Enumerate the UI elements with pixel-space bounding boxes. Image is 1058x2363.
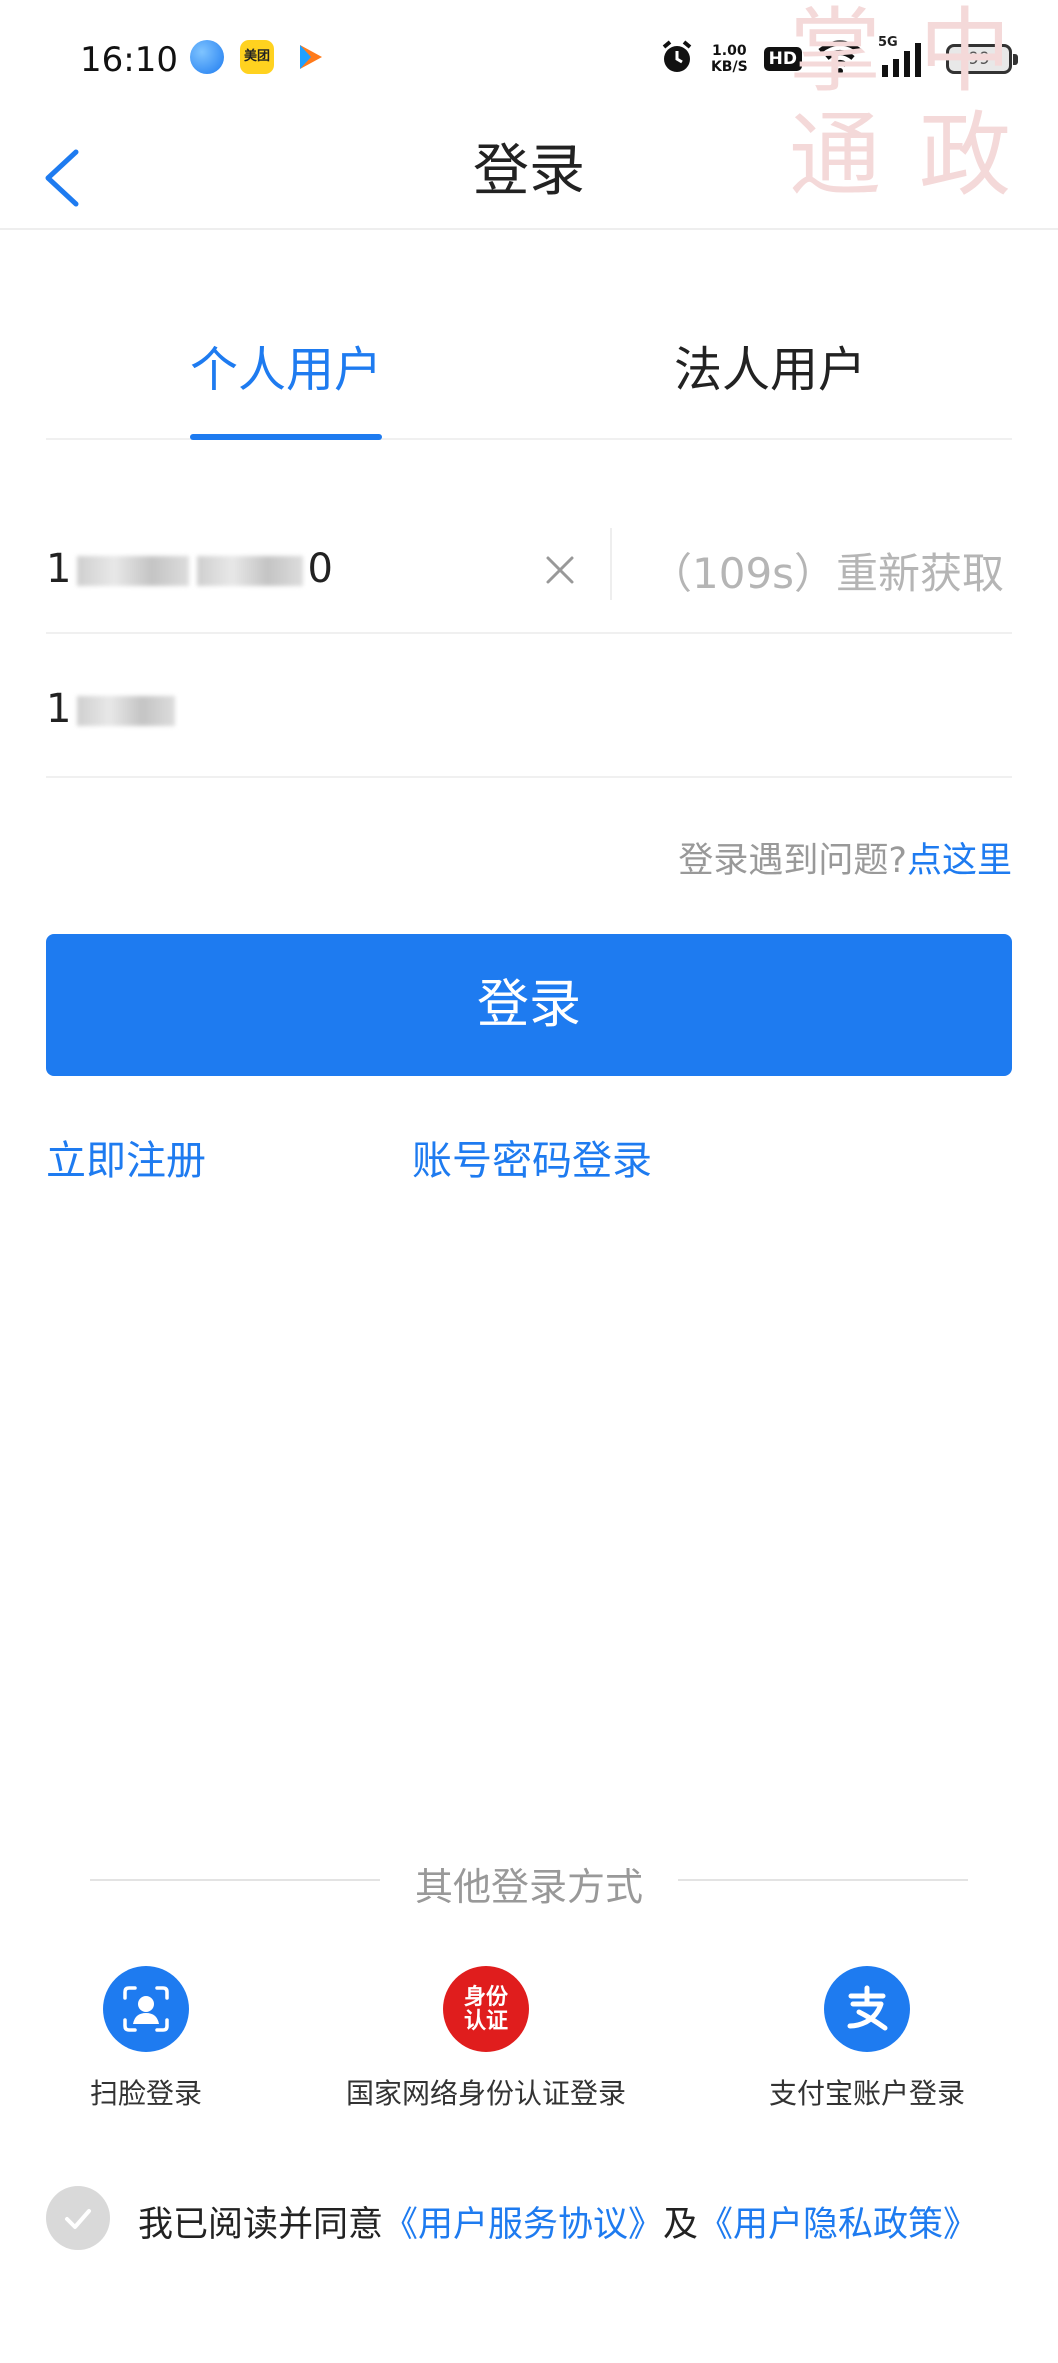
national-id-login[interactable]: 身份认证 国家网络身份认证登录 — [340, 1966, 632, 2112]
agreement-prefix: 我已阅读并同意 — [138, 2205, 384, 2245]
phone-prefix: 1 — [46, 546, 74, 592]
code-prefix: 1 — [46, 686, 74, 732]
service-agreement-link[interactable]: 《用户服务协议》 — [383, 2205, 663, 2245]
meituan-app-icon: 美团 — [240, 40, 274, 74]
tab-personal-user[interactable]: 个人用户 — [190, 340, 382, 400]
national-id-icon: 身份认证 — [443, 1966, 529, 2052]
app-notification-icon — [190, 40, 224, 74]
net-speed-value: 1.00 — [712, 43, 747, 59]
active-tab-indicator — [190, 434, 382, 440]
masked-digits — [197, 556, 304, 586]
close-icon — [546, 556, 574, 584]
alipay-label: 支付宝账户登录 — [768, 2077, 965, 2110]
other-login-title: 其他登录方式 — [414, 1865, 643, 1909]
checkmark-icon — [65, 2209, 91, 2229]
face-scan-login[interactable]: 扫脸登录 — [86, 1966, 206, 2112]
agreement-text: 我已阅读并同意《用户服务协议》及《用户隐私政策》 — [138, 2196, 978, 2247]
phone-input-value[interactable]: 10 — [46, 546, 335, 592]
agreement-conjunction: 及 — [663, 2205, 699, 2245]
resend-code-button[interactable]: （109s）重新获取 — [650, 540, 1004, 601]
masked-digits — [77, 556, 190, 586]
other-login-divider: 其他登录方式 — [90, 1850, 968, 1910]
phone-suffix: 0 — [307, 546, 335, 592]
alipay-icon — [824, 1966, 910, 2052]
page-title: 登录 — [473, 139, 585, 204]
nav-header: 登录 — [0, 120, 1058, 230]
clear-input-button[interactable] — [532, 542, 588, 598]
tab-legal-user[interactable]: 法人用户 — [674, 340, 866, 400]
verification-code-field[interactable]: 1 — [46, 644, 1012, 778]
masked-digits — [77, 696, 176, 726]
field-divider — [610, 528, 612, 600]
register-link[interactable]: 立即注册 — [46, 1128, 206, 1186]
video-app-icon — [293, 40, 327, 74]
face-scan-icon — [103, 1966, 189, 2052]
login-button[interactable]: 登录 — [46, 934, 1012, 1076]
national-id-label: 国家网络身份认证登录 — [345, 2077, 626, 2110]
net-speed: 1.00 KB/S — [711, 43, 748, 75]
agreement-checkbox[interactable] — [46, 2186, 110, 2250]
net-speed-unit: KB/S — [710, 59, 748, 75]
phone-field[interactable]: 10 （109s）重新获取 — [46, 504, 1012, 634]
password-login-link[interactable]: 账号密码登录 — [412, 1128, 652, 1186]
privacy-policy-link[interactable]: 《用户隐私政策》 — [698, 2205, 978, 2245]
code-input-value[interactable]: 1 — [46, 686, 179, 732]
alarm-icon — [659, 39, 695, 79]
login-help-text: 登录遇到问题? — [678, 841, 907, 881]
face-scan-label: 扫脸登录 — [89, 2077, 202, 2110]
divider-line — [678, 1879, 968, 1881]
user-type-tabs: 个人用户 法人用户 — [46, 320, 1012, 440]
agreement-row: 我已阅读并同意《用户服务协议》及《用户隐私政策》 — [46, 2186, 1026, 2250]
login-help-link[interactable]: 点这里 — [907, 841, 1012, 881]
status-time: 16:10 — [80, 40, 178, 80]
alipay-login[interactable]: 支付宝账户登录 — [762, 1966, 972, 2112]
login-help: 登录遇到问题?点这里 — [678, 832, 1012, 883]
national-id-icon-text: 身份认证 — [463, 1984, 508, 2034]
